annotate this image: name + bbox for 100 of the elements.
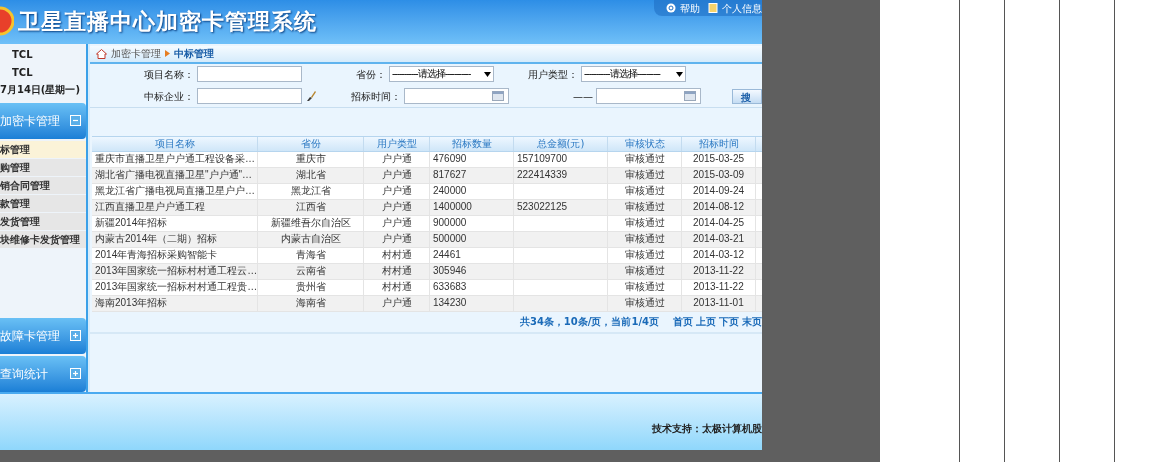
table-cell: 审核通过: [624, 265, 665, 278]
table-cell: 2014-08-12: [692, 201, 745, 214]
table-cell: 重庆市: [295, 153, 326, 166]
text-field[interactable]: [197, 88, 302, 105]
help-link[interactable]: 帮助: [666, 0, 700, 16]
table-cell: 户户通: [381, 297, 412, 310]
table-cell: 村村通: [381, 249, 412, 262]
footer-text: 技术支持：太极计算机股: [652, 421, 762, 436]
breadcrumb-link[interactable]: 加密卡管理: [111, 46, 161, 62]
column-header: 总金额(元): [514, 136, 608, 151]
table-cell: 审核通过: [624, 249, 665, 262]
column-header: 审核状态: [608, 136, 682, 151]
pagination-link[interactable]: 首页: [673, 314, 693, 330]
document-icon: [708, 3, 718, 13]
table-cell: 476090: [433, 153, 467, 166]
table-cell: 2014年青海招标采购智能卡: [95, 249, 218, 262]
table-cell: 523022125: [517, 201, 568, 214]
sidebar-section-header[interactable]: 故障卡管理: [0, 317, 86, 354]
date-field[interactable]: [404, 88, 509, 105]
table-cell: 500000: [433, 233, 467, 246]
table-cell: 黑龙江省: [290, 185, 331, 198]
table-cell: 户户通: [381, 153, 412, 166]
table-cell: 内蒙古自治区: [280, 233, 341, 246]
table-cell: 贵州省: [295, 281, 326, 294]
pagination-link[interactable]: 上页: [696, 314, 716, 330]
table-cell: 817627: [433, 169, 467, 182]
field-label: 省份：: [355, 67, 387, 82]
field-label: ——: [572, 89, 594, 104]
table-cell: 2014-09-24: [692, 185, 745, 198]
home-icon: [96, 48, 107, 59]
table-cell: 海南2013年招标: [95, 297, 168, 310]
date-field[interactable]: [596, 88, 701, 105]
user-info-text: 7月14日(星期一): [0, 83, 81, 98]
table-cell: 审核通过: [624, 297, 665, 310]
sidebar-item[interactable]: 标管理: [0, 140, 86, 158]
collapse-icon: [70, 115, 81, 127]
pagination-link[interactable]: 末页: [742, 314, 762, 330]
table-cell: 2013年国家统一招标村村通工程云…: [95, 265, 258, 278]
field-label: 招标时间：: [350, 89, 402, 104]
calendar-icon[interactable]: [492, 91, 504, 102]
text-field[interactable]: [197, 66, 302, 83]
calendar-icon[interactable]: [684, 91, 696, 102]
emblem-icon: [0, 4, 14, 38]
field-label: 中标企业：: [143, 89, 195, 104]
table-cell: 审核通过: [624, 185, 665, 198]
field-label: 项目名称：: [143, 67, 195, 82]
search-button[interactable]: 搜: [732, 88, 762, 104]
app-title: 卫星直播中心加密卡管理系统: [18, 7, 317, 36]
breadcrumb-current: 中标管理: [174, 47, 214, 62]
table-cell: 青海省: [295, 249, 326, 262]
table-cell: 134230: [433, 297, 467, 310]
caret-icon: [484, 71, 491, 77]
table-cell: 审核通过: [624, 281, 665, 294]
table-cell: 2013-11-22: [693, 265, 744, 278]
table-cell: 2013-11-22: [693, 281, 744, 294]
dropdown[interactable]: -----------请选择-----------: [389, 66, 494, 83]
table-cell: 633683: [433, 281, 467, 294]
profile-link[interactable]: 个人信息: [708, 0, 762, 16]
pagination-link[interactable]: 下页: [719, 314, 739, 330]
table-cell: 户户通: [381, 217, 412, 230]
table-cell: 2013年国家统一招标村村通工程贵…: [95, 281, 258, 294]
table-cell: 222414339: [517, 169, 568, 182]
brush-icon[interactable]: [305, 90, 317, 103]
column-header: 省份: [258, 136, 364, 151]
chevron-icon: [165, 50, 170, 58]
table-cell: 2014-03-12: [692, 249, 745, 262]
caret-icon: [676, 71, 683, 77]
table-cell: 户户通: [381, 185, 412, 198]
table-cell: 湖北省: [295, 169, 326, 182]
table-cell: 审核通过: [624, 201, 665, 214]
table-cell: 审核通过: [624, 233, 665, 246]
table-cell: 江西直播卫星户户通工程: [95, 201, 205, 214]
table-cell: 新疆2014年招标: [95, 217, 168, 230]
table-cell: 村村通: [381, 265, 412, 278]
sidebar-item[interactable]: 块维修卡发货管理: [0, 230, 86, 248]
table-cell: 157109700: [517, 153, 568, 166]
table-cell: 村村通: [381, 281, 412, 294]
sidebar-item[interactable]: 款管理: [0, 194, 86, 212]
sidebar-section-header[interactable]: 加密卡管理: [0, 102, 86, 139]
table-cell: 新疆维吾尔自治区: [270, 217, 351, 230]
expand-icon: [70, 330, 81, 342]
dropdown[interactable]: -----------请选择----------: [581, 66, 686, 83]
column-header: 招标数量: [430, 136, 514, 151]
table-cell: 重庆市直播卫星户户通工程设备采…: [95, 153, 255, 166]
field-label: 用户类型：: [527, 67, 579, 82]
user-info-text: TCL: [11, 48, 34, 62]
table-cell: 海南省: [295, 297, 326, 310]
table-cell: 审核通过: [624, 153, 665, 166]
sidebar-item[interactable]: 购管理: [0, 158, 86, 176]
table-cell: 审核通过: [624, 169, 665, 182]
table-cell: 240000: [433, 185, 467, 198]
table-cell: 24461: [433, 249, 461, 262]
sidebar-item[interactable]: 发货管理: [0, 212, 86, 230]
table-cell: 户户通: [381, 201, 412, 214]
table-cell: 户户通: [381, 233, 412, 246]
table-cell: 900000: [433, 217, 467, 230]
table-cell: 审核通过: [624, 217, 665, 230]
sidebar-item[interactable]: 销合同管理: [0, 176, 86, 194]
table-cell: 305946: [433, 265, 467, 278]
column-header: 招标时间: [682, 136, 756, 151]
